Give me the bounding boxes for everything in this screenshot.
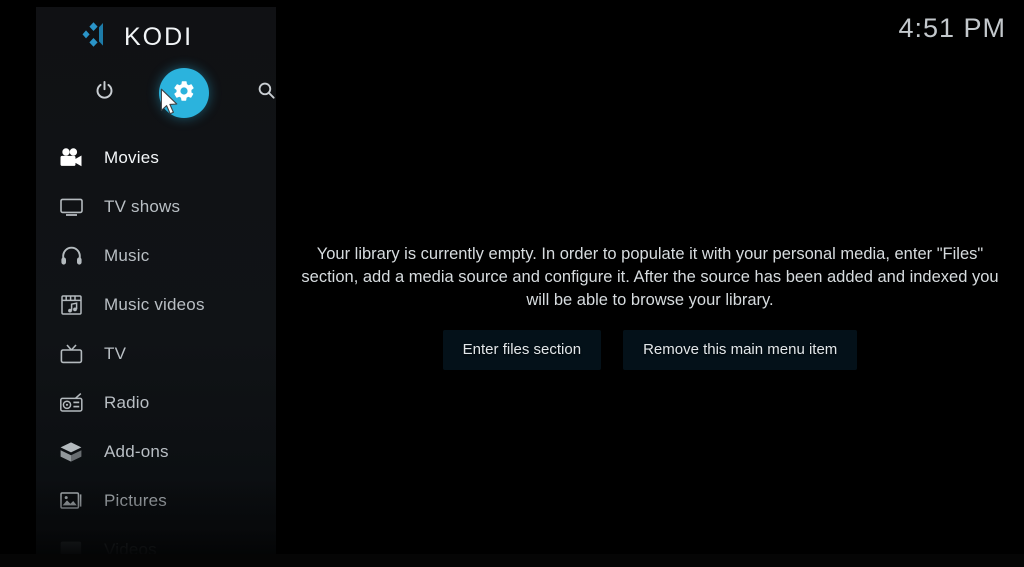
sidebar-item-label: TV shows — [104, 196, 181, 216]
film-strip-icon — [53, 540, 89, 554]
empty-library-actions: Enter files section Remove this main men… — [276, 330, 1024, 370]
sidebar-item-label: Movies — [104, 147, 160, 167]
app-name: KODI — [124, 23, 194, 51]
clock: 4:51 PM — [898, 13, 1006, 43]
enter-files-section-button[interactable]: Enter files section — [442, 330, 602, 370]
empty-library-message: Your library is currently empty. In orde… — [301, 245, 999, 309]
music-video-icon — [53, 294, 89, 316]
sidebar-item-label: Add-ons — [104, 441, 169, 461]
sidebar-item-music[interactable]: Music — [36, 231, 276, 280]
radio-icon — [53, 392, 89, 413]
sidebar-item-add-ons[interactable]: Add-ons — [36, 427, 276, 476]
sidebar-item-label: Music — [104, 245, 150, 265]
headphones-icon — [53, 245, 89, 266]
empty-library-notice: Your library is currently empty. In orde… — [276, 243, 1024, 370]
sidebar-item-videos[interactable]: Videos — [36, 525, 276, 554]
letterbox-bottom — [0, 554, 1024, 567]
sidebar-item-tv[interactable]: TV — [36, 329, 276, 378]
sidebar-item-radio[interactable]: Radio — [36, 378, 276, 427]
kodi-screen: 4:51 PM Your library is currently empty.… — [0, 0, 1024, 567]
settings-button[interactable] — [156, 65, 212, 121]
package-box-icon — [53, 441, 89, 463]
movie-camera-icon — [53, 147, 89, 168]
sidebar-menu: Movies TV shows Music Music videos TV Ra… — [36, 133, 276, 554]
sidebar-toolbar — [36, 65, 276, 121]
sidebar-item-label: Pictures — [104, 490, 168, 510]
sidebar: KODI Movies TV shows Music Music videos … — [36, 7, 276, 554]
remove-main-menu-item-button[interactable]: Remove this main menu item — [623, 330, 858, 370]
sidebar-item-pictures[interactable]: Pictures — [36, 476, 276, 525]
search-icon — [256, 80, 277, 106]
app-logo: KODI — [82, 21, 193, 54]
television-icon — [53, 197, 89, 217]
sidebar-item-tv-shows[interactable]: TV shows — [36, 182, 276, 231]
sidebar-item-label: TV — [104, 343, 127, 363]
kodi-logo-icon — [82, 21, 112, 54]
main-content-pane: 4:51 PM Your library is currently empty.… — [276, 7, 1024, 554]
search-button[interactable] — [238, 65, 276, 121]
picture-icon — [53, 490, 89, 511]
sidebar-item-label: Music videos — [104, 294, 205, 314]
sidebar-item-label: Videos — [104, 539, 157, 555]
letterbox-left — [0, 0, 36, 567]
sidebar-item-movies[interactable]: Movies — [36, 133, 276, 182]
power-button[interactable] — [76, 65, 132, 121]
sidebar-item-label: Radio — [104, 392, 150, 412]
sidebar-item-music-videos[interactable]: Music videos — [36, 280, 276, 329]
power-icon — [94, 80, 115, 106]
letterbox-top — [0, 0, 1024, 7]
tv-antenna-icon — [53, 343, 89, 365]
